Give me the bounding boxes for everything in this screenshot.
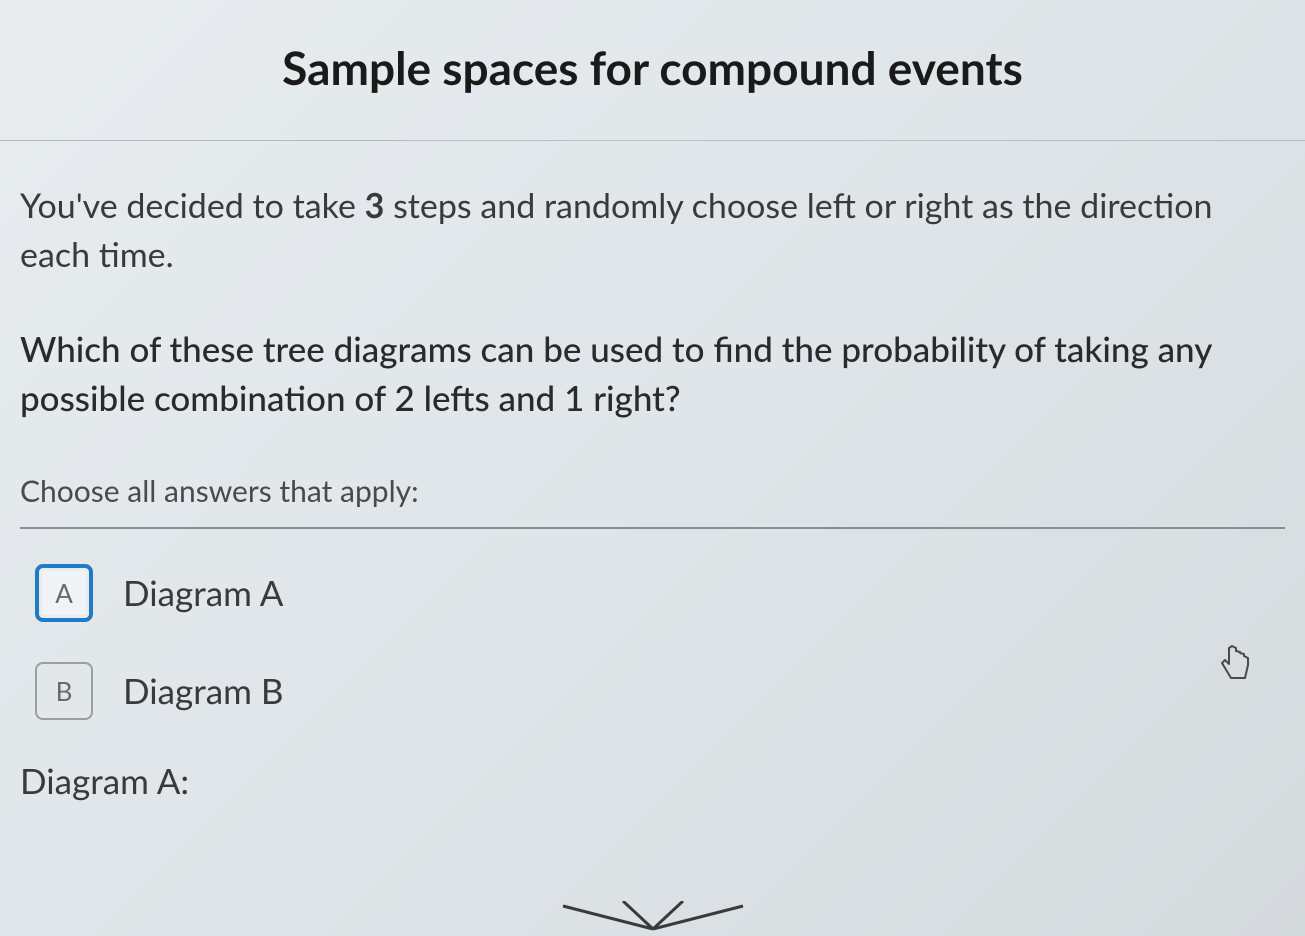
option-b-key: B [56, 675, 73, 707]
option-a-row[interactable]: A Diagram A [20, 564, 1285, 622]
problem-statement: You've decided to take 3 steps and rando… [20, 181, 1285, 280]
question-rights: 1 [564, 377, 584, 419]
option-b-label: Diagram B [123, 670, 284, 712]
option-b-checkbox[interactable]: B [35, 662, 93, 720]
question-mid1: lefts and [415, 377, 564, 419]
page-title: Sample spaces for compound events [20, 0, 1285, 140]
problem-prefix: You've decided to take [20, 185, 365, 226]
question-prompt: Which of these tree diagrams can be used… [20, 325, 1285, 423]
option-a-label: Diagram A [123, 572, 283, 614]
divider-line [0, 140, 1305, 141]
option-a-key: A [55, 577, 73, 609]
question-mid2: right? [584, 377, 680, 419]
question-lefts: 2 [394, 377, 414, 419]
question-container: Sample spaces for compound events You've… [0, 0, 1305, 936]
diagram-a-heading: Diagram A: [20, 760, 1285, 802]
option-b-row[interactable]: B Diagram B [20, 662, 1285, 720]
option-a-checkbox[interactable]: A [35, 564, 93, 622]
problem-steps-count: 3 [365, 185, 385, 226]
tree-diagram-partial [503, 901, 803, 931]
hand-cursor-icon [1215, 640, 1255, 685]
choose-instruction: Choose all answers that apply: [20, 473, 1285, 509]
options-divider [20, 527, 1285, 529]
